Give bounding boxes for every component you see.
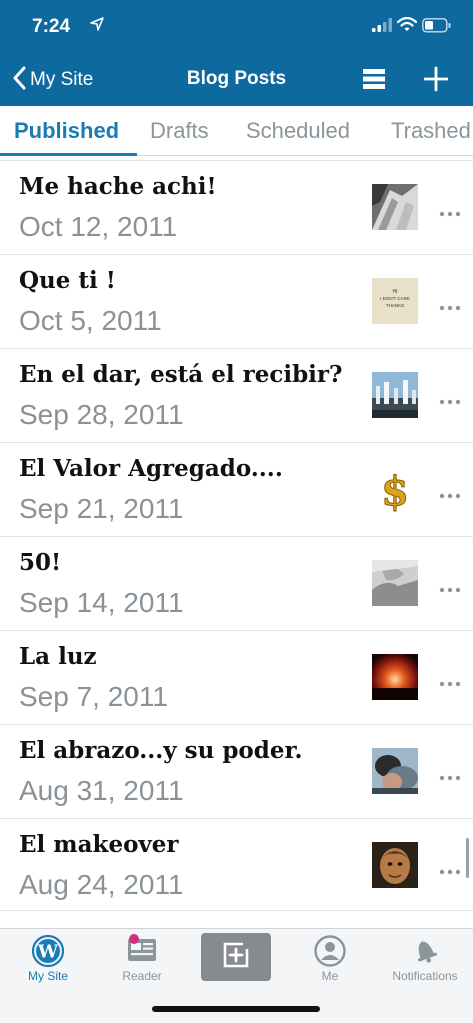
post-date: Sep 7, 2011 <box>19 681 168 712</box>
new-post-icon <box>221 941 251 974</box>
back-label: My Site <box>30 69 94 90</box>
navigation-bar: My Site Blog Posts <box>0 54 473 106</box>
bell-icon <box>408 935 442 970</box>
ellipsis-icon <box>439 204 461 221</box>
post-row[interactable]: El makeover Aug 24, 2011 <box>0 818 473 912</box>
post-status-tabs: Published Drafts Scheduled Trashed <box>0 106 473 156</box>
post-thumbnail: HI I DON'T CARE THANKS <box>372 278 418 324</box>
post-title: El makeover <box>19 831 179 858</box>
tab-scheduled[interactable]: Scheduled <box>246 118 350 144</box>
post-thumbnail <box>372 372 418 418</box>
post-thumbnail <box>372 654 418 700</box>
post-more-button[interactable] <box>439 298 461 316</box>
status-bar: 7:24 <box>0 0 473 54</box>
post-thumbnail <box>372 184 418 230</box>
new-post-button[interactable] <box>201 933 271 981</box>
ellipsis-icon <box>439 768 461 785</box>
svg-text:I DON'T CARE: I DON'T CARE <box>380 296 410 301</box>
post-date: Sep 28, 2011 <box>19 399 184 430</box>
post-date: Sep 14, 2011 <box>19 587 184 618</box>
post-title: En el dar, está el recibir? <box>19 361 343 388</box>
post-more-button[interactable] <box>439 392 461 410</box>
post-row[interactable]: Que ti ! Oct 5, 2011 HI I DON'T CARE THA… <box>0 254 473 348</box>
tab-trashed[interactable]: Trashed <box>391 118 471 144</box>
tab-notifications[interactable]: Notifications <box>378 929 472 989</box>
ellipsis-icon <box>439 674 461 691</box>
tab-published[interactable]: Published <box>14 118 119 144</box>
ellipsis-icon <box>439 298 461 315</box>
post-date: Oct 5, 2011 <box>19 305 162 336</box>
post-date: Aug 31, 2011 <box>19 775 184 806</box>
post-date: Sep 21, 2011 <box>19 493 184 524</box>
svg-text:W: W <box>37 942 59 963</box>
cellular-signal-icon <box>372 18 394 37</box>
battery-icon <box>422 18 452 38</box>
wordpress-logo-icon: W <box>31 934 65 972</box>
ellipsis-icon <box>439 862 461 879</box>
wifi-icon <box>396 16 418 37</box>
post-thumbnail: $ <box>372 466 418 512</box>
post-more-button[interactable] <box>439 486 461 504</box>
post-more-button[interactable] <box>439 862 461 880</box>
chevron-left-icon <box>12 66 26 95</box>
add-post-button[interactable] <box>423 66 449 97</box>
post-title: El Valor Agregado.... <box>19 455 283 482</box>
scroll-indicator[interactable] <box>466 838 469 878</box>
post-more-button[interactable] <box>439 674 461 692</box>
location-arrow-icon <box>90 17 104 36</box>
post-thumbnail <box>372 842 418 888</box>
post-date: Oct 12, 2011 <box>19 211 178 242</box>
post-title: El abrazo...y su poder. <box>19 737 303 764</box>
plus-icon <box>423 66 449 96</box>
tab-label: Reader <box>122 969 162 983</box>
reader-notification-badge <box>129 934 139 944</box>
post-row[interactable]: 50! Sep 14, 2011 <box>0 536 473 630</box>
post-row[interactable]: En el dar, está el recibir? Sep 28, 2011 <box>0 348 473 442</box>
post-title: Me hache achi! <box>19 173 217 200</box>
tab-label: Notifications <box>392 969 458 983</box>
back-button[interactable]: My Site <box>12 66 93 94</box>
home-indicator[interactable] <box>152 1006 320 1012</box>
ellipsis-icon <box>439 580 461 597</box>
post-date: Aug 24, 2011 <box>19 869 184 900</box>
ellipsis-icon <box>439 486 461 503</box>
post-row[interactable]: Me hache achi! Oct 12, 2011 <box>0 160 473 254</box>
profile-icon <box>314 935 346 972</box>
tab-reader[interactable]: Reader <box>95 929 189 989</box>
post-more-button[interactable] <box>439 768 461 786</box>
list-view-button[interactable] <box>362 67 386 96</box>
post-title: La luz <box>19 643 97 670</box>
thumbnail-text-graphic: HI I DON'T CARE THANKS <box>372 278 418 324</box>
post-row[interactable]: El abrazo...y su poder. Aug 31, 2011 <box>0 724 473 818</box>
post-more-button[interactable] <box>439 580 461 598</box>
active-tab-indicator <box>0 153 137 156</box>
post-more-button[interactable] <box>439 204 461 222</box>
tab-my-site[interactable]: W My Site <box>1 929 95 989</box>
list-layout-icon <box>362 69 386 95</box>
svg-text:THANKS: THANKS <box>386 303 404 308</box>
status-time: 7:24 <box>32 16 71 37</box>
tab-me[interactable]: Me <box>283 929 377 989</box>
svg-text:HI: HI <box>393 289 398 295</box>
tab-drafts[interactable]: Drafts <box>150 118 209 144</box>
post-title: 50! <box>19 549 62 576</box>
post-title: Que ti ! <box>19 267 116 294</box>
list-item-partial <box>0 910 473 930</box>
svg-text:$: $ <box>381 468 409 512</box>
post-row[interactable]: El Valor Agregado.... Sep 21, 2011 $ <box>0 442 473 536</box>
tab-label: Me <box>321 969 339 983</box>
post-row[interactable]: La luz Sep 7, 2011 <box>0 630 473 724</box>
post-thumbnail <box>372 560 418 606</box>
post-thumbnail <box>372 748 418 794</box>
tab-label: My Site <box>27 969 68 983</box>
ellipsis-icon <box>439 392 461 409</box>
